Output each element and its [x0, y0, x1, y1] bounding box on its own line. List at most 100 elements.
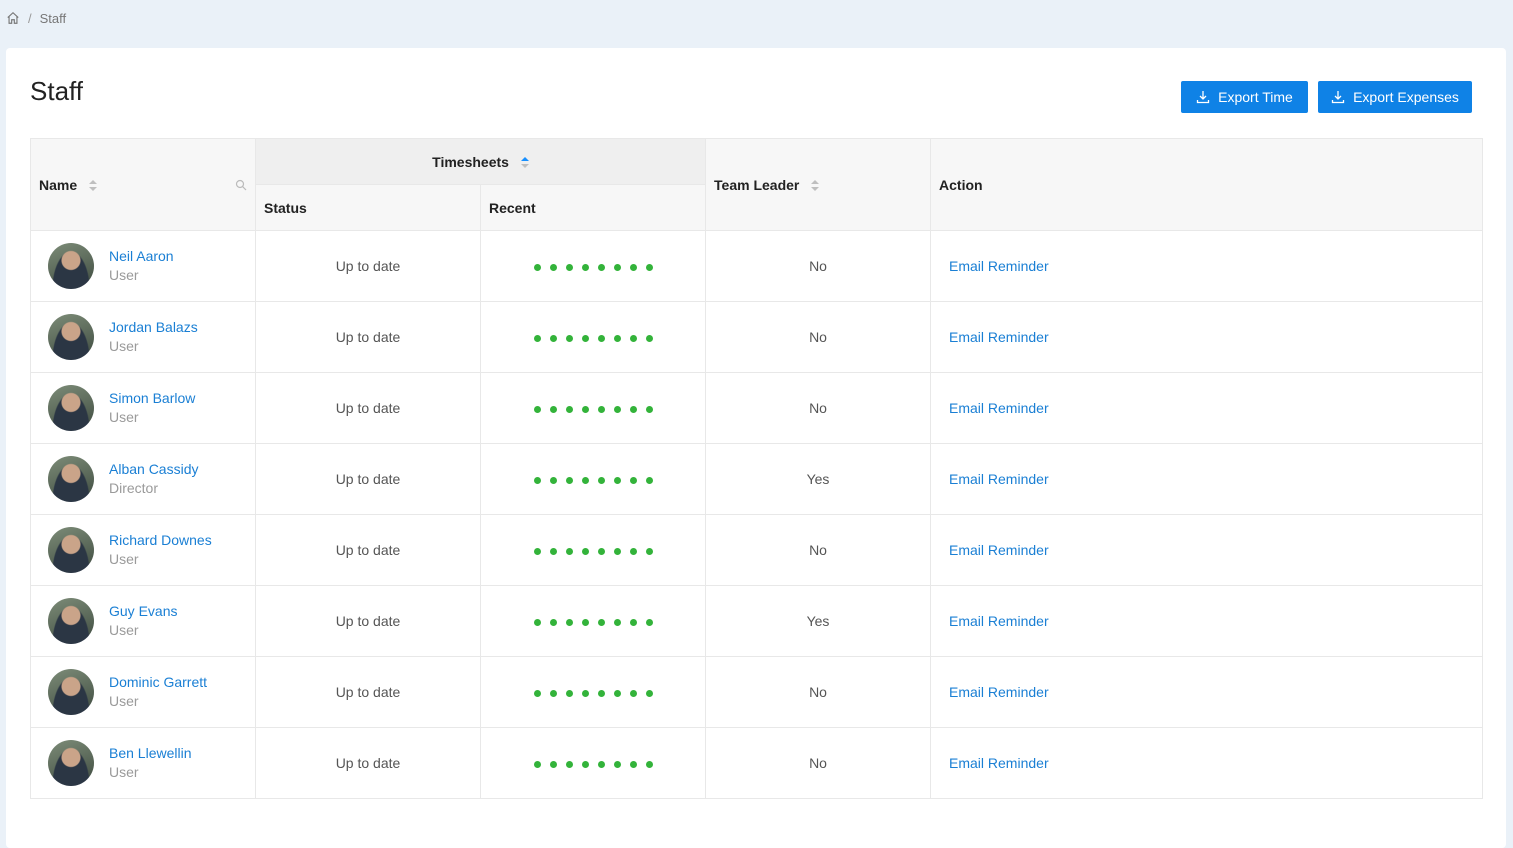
home-icon[interactable]	[6, 11, 20, 25]
name-cell: Jordan Balazs User	[30, 301, 256, 373]
timesheet-ok-dot	[629, 405, 637, 413]
team-leader-cell: No	[705, 656, 932, 728]
download-icon	[1196, 91, 1210, 104]
sort-icon[interactable]	[520, 156, 529, 169]
email-reminder-link[interactable]: Email Reminder	[949, 329, 1049, 345]
timesheet-ok-dot	[565, 476, 573, 484]
timesheet-ok-dot	[565, 760, 573, 768]
timesheet-ok-dot	[565, 689, 573, 697]
export-time-label: Export Time	[1218, 89, 1293, 105]
timesheet-ok-dot	[645, 334, 653, 342]
email-reminder-link[interactable]: Email Reminder	[949, 258, 1049, 274]
timesheet-ok-dot	[533, 547, 541, 555]
timesheet-ok-dot	[597, 334, 605, 342]
timesheet-ok-dot	[533, 334, 541, 342]
timesheet-ok-dot	[581, 405, 589, 413]
timesheet-ok-dot	[645, 405, 653, 413]
column-header-name-label: Name	[39, 176, 78, 193]
timesheet-ok-dot	[613, 476, 621, 484]
timesheet-ok-dot	[645, 263, 653, 271]
staff-card: Staff Export Time Export Expenses Name T…	[6, 48, 1506, 848]
column-header-recent: Recent	[479, 184, 707, 231]
status-cell: Up to date	[255, 727, 481, 799]
name-cell: Neil Aaron User	[30, 230, 256, 302]
staff-role: User	[109, 764, 139, 780]
timesheet-ok-dot	[597, 760, 605, 768]
recent-cell	[479, 727, 707, 799]
name-cell: Guy Evans User	[30, 585, 256, 657]
export-time-button[interactable]: Export Time	[1181, 81, 1308, 113]
staff-name-link[interactable]: Guy Evans	[109, 602, 177, 621]
email-reminder-link[interactable]: Email Reminder	[949, 400, 1049, 416]
recent-cell	[479, 372, 707, 444]
staff-table: Name Timesheets Team Leader Action Statu…	[30, 138, 1484, 799]
staff-role: User	[109, 622, 139, 638]
timesheet-ok-dot	[549, 618, 557, 626]
column-header-timesheets[interactable]: Timesheets	[254, 138, 707, 185]
staff-name-link[interactable]: Richard Downes	[109, 531, 212, 550]
timesheet-ok-dot	[629, 334, 637, 342]
column-header-team-leader[interactable]: Team Leader	[705, 138, 932, 231]
email-reminder-link[interactable]: Email Reminder	[949, 613, 1049, 629]
action-cell: Email Reminder	[930, 372, 1484, 444]
table-row: Guy Evans User Up to date Yes Email Reminder	[30, 585, 1484, 657]
staff-role: User	[109, 551, 139, 567]
avatar	[48, 598, 94, 644]
staff-role: User	[109, 338, 139, 354]
status-cell: Up to date	[255, 443, 481, 515]
recent-cell	[479, 585, 707, 657]
staff-name-link[interactable]: Neil Aaron	[109, 247, 174, 266]
sort-icon[interactable]	[89, 179, 98, 192]
action-cell: Email Reminder	[930, 656, 1484, 728]
email-reminder-link[interactable]: Email Reminder	[949, 684, 1049, 700]
staff-name-link[interactable]: Ben Llewellin	[109, 744, 192, 763]
table-row: Simon Barlow User Up to date No Email Remind…	[30, 372, 1484, 444]
avatar	[48, 385, 94, 431]
timesheet-ok-dot	[533, 689, 541, 697]
table-row: Neil Aaron User Up to date No Email Reminder	[30, 230, 1484, 302]
recent-cell	[479, 230, 707, 302]
staff-name-link[interactable]: Dominic Garrett	[109, 673, 207, 692]
recent-cell	[479, 301, 707, 373]
status-cell: Up to date	[255, 585, 481, 657]
email-reminder-link[interactable]: Email Reminder	[949, 542, 1049, 558]
timesheet-ok-dot	[597, 618, 605, 626]
timesheet-ok-dot	[549, 476, 557, 484]
recent-cell	[479, 514, 707, 586]
table-row: Alban Cassidy Director Up to date Yes Email …	[30, 443, 1484, 515]
avatar	[48, 243, 94, 289]
timesheet-ok-dot	[581, 547, 589, 555]
avatar	[48, 740, 94, 786]
breadcrumb-separator: /	[28, 10, 32, 26]
timesheet-ok-dot	[565, 263, 573, 271]
staff-name-link[interactable]: Jordan Balazs	[109, 318, 198, 337]
table-row: Jordan Balazs User Up to date No Email Remin…	[30, 301, 1484, 373]
timesheet-ok-dot	[645, 760, 653, 768]
sort-icon[interactable]	[811, 179, 820, 192]
email-reminder-link[interactable]: Email Reminder	[949, 755, 1049, 771]
timesheet-ok-dot	[565, 405, 573, 413]
table-row: Richard Downes User Up to date No Email Remi…	[30, 514, 1484, 586]
email-reminder-link[interactable]: Email Reminder	[949, 471, 1049, 487]
timesheet-ok-dot	[613, 760, 621, 768]
search-icon[interactable]	[235, 179, 247, 191]
timesheet-ok-dot	[581, 618, 589, 626]
timesheet-ok-dot	[581, 263, 589, 271]
timesheet-ok-dot	[549, 547, 557, 555]
team-leader-cell: Yes	[705, 443, 932, 515]
timesheet-ok-dot	[533, 760, 541, 768]
export-expenses-button[interactable]: Export Expenses	[1318, 81, 1472, 113]
name-cell: Simon Barlow User	[30, 372, 256, 444]
timesheet-ok-dot	[597, 405, 605, 413]
timesheet-ok-dot	[533, 263, 541, 271]
staff-name-link[interactable]: Alban Cassidy	[109, 460, 199, 479]
status-cell: Up to date	[255, 372, 481, 444]
team-leader-cell: Yes	[705, 585, 932, 657]
team-leader-cell: No	[705, 301, 932, 373]
column-header-name[interactable]: Name	[30, 138, 256, 231]
staff-name-link[interactable]: Simon Barlow	[109, 389, 195, 408]
timesheet-ok-dot	[533, 476, 541, 484]
name-cell: Alban Cassidy Director	[30, 443, 256, 515]
table-row: Dominic Garrett User Up to date No Email Rem…	[30, 656, 1484, 728]
timesheet-ok-dot	[613, 547, 621, 555]
